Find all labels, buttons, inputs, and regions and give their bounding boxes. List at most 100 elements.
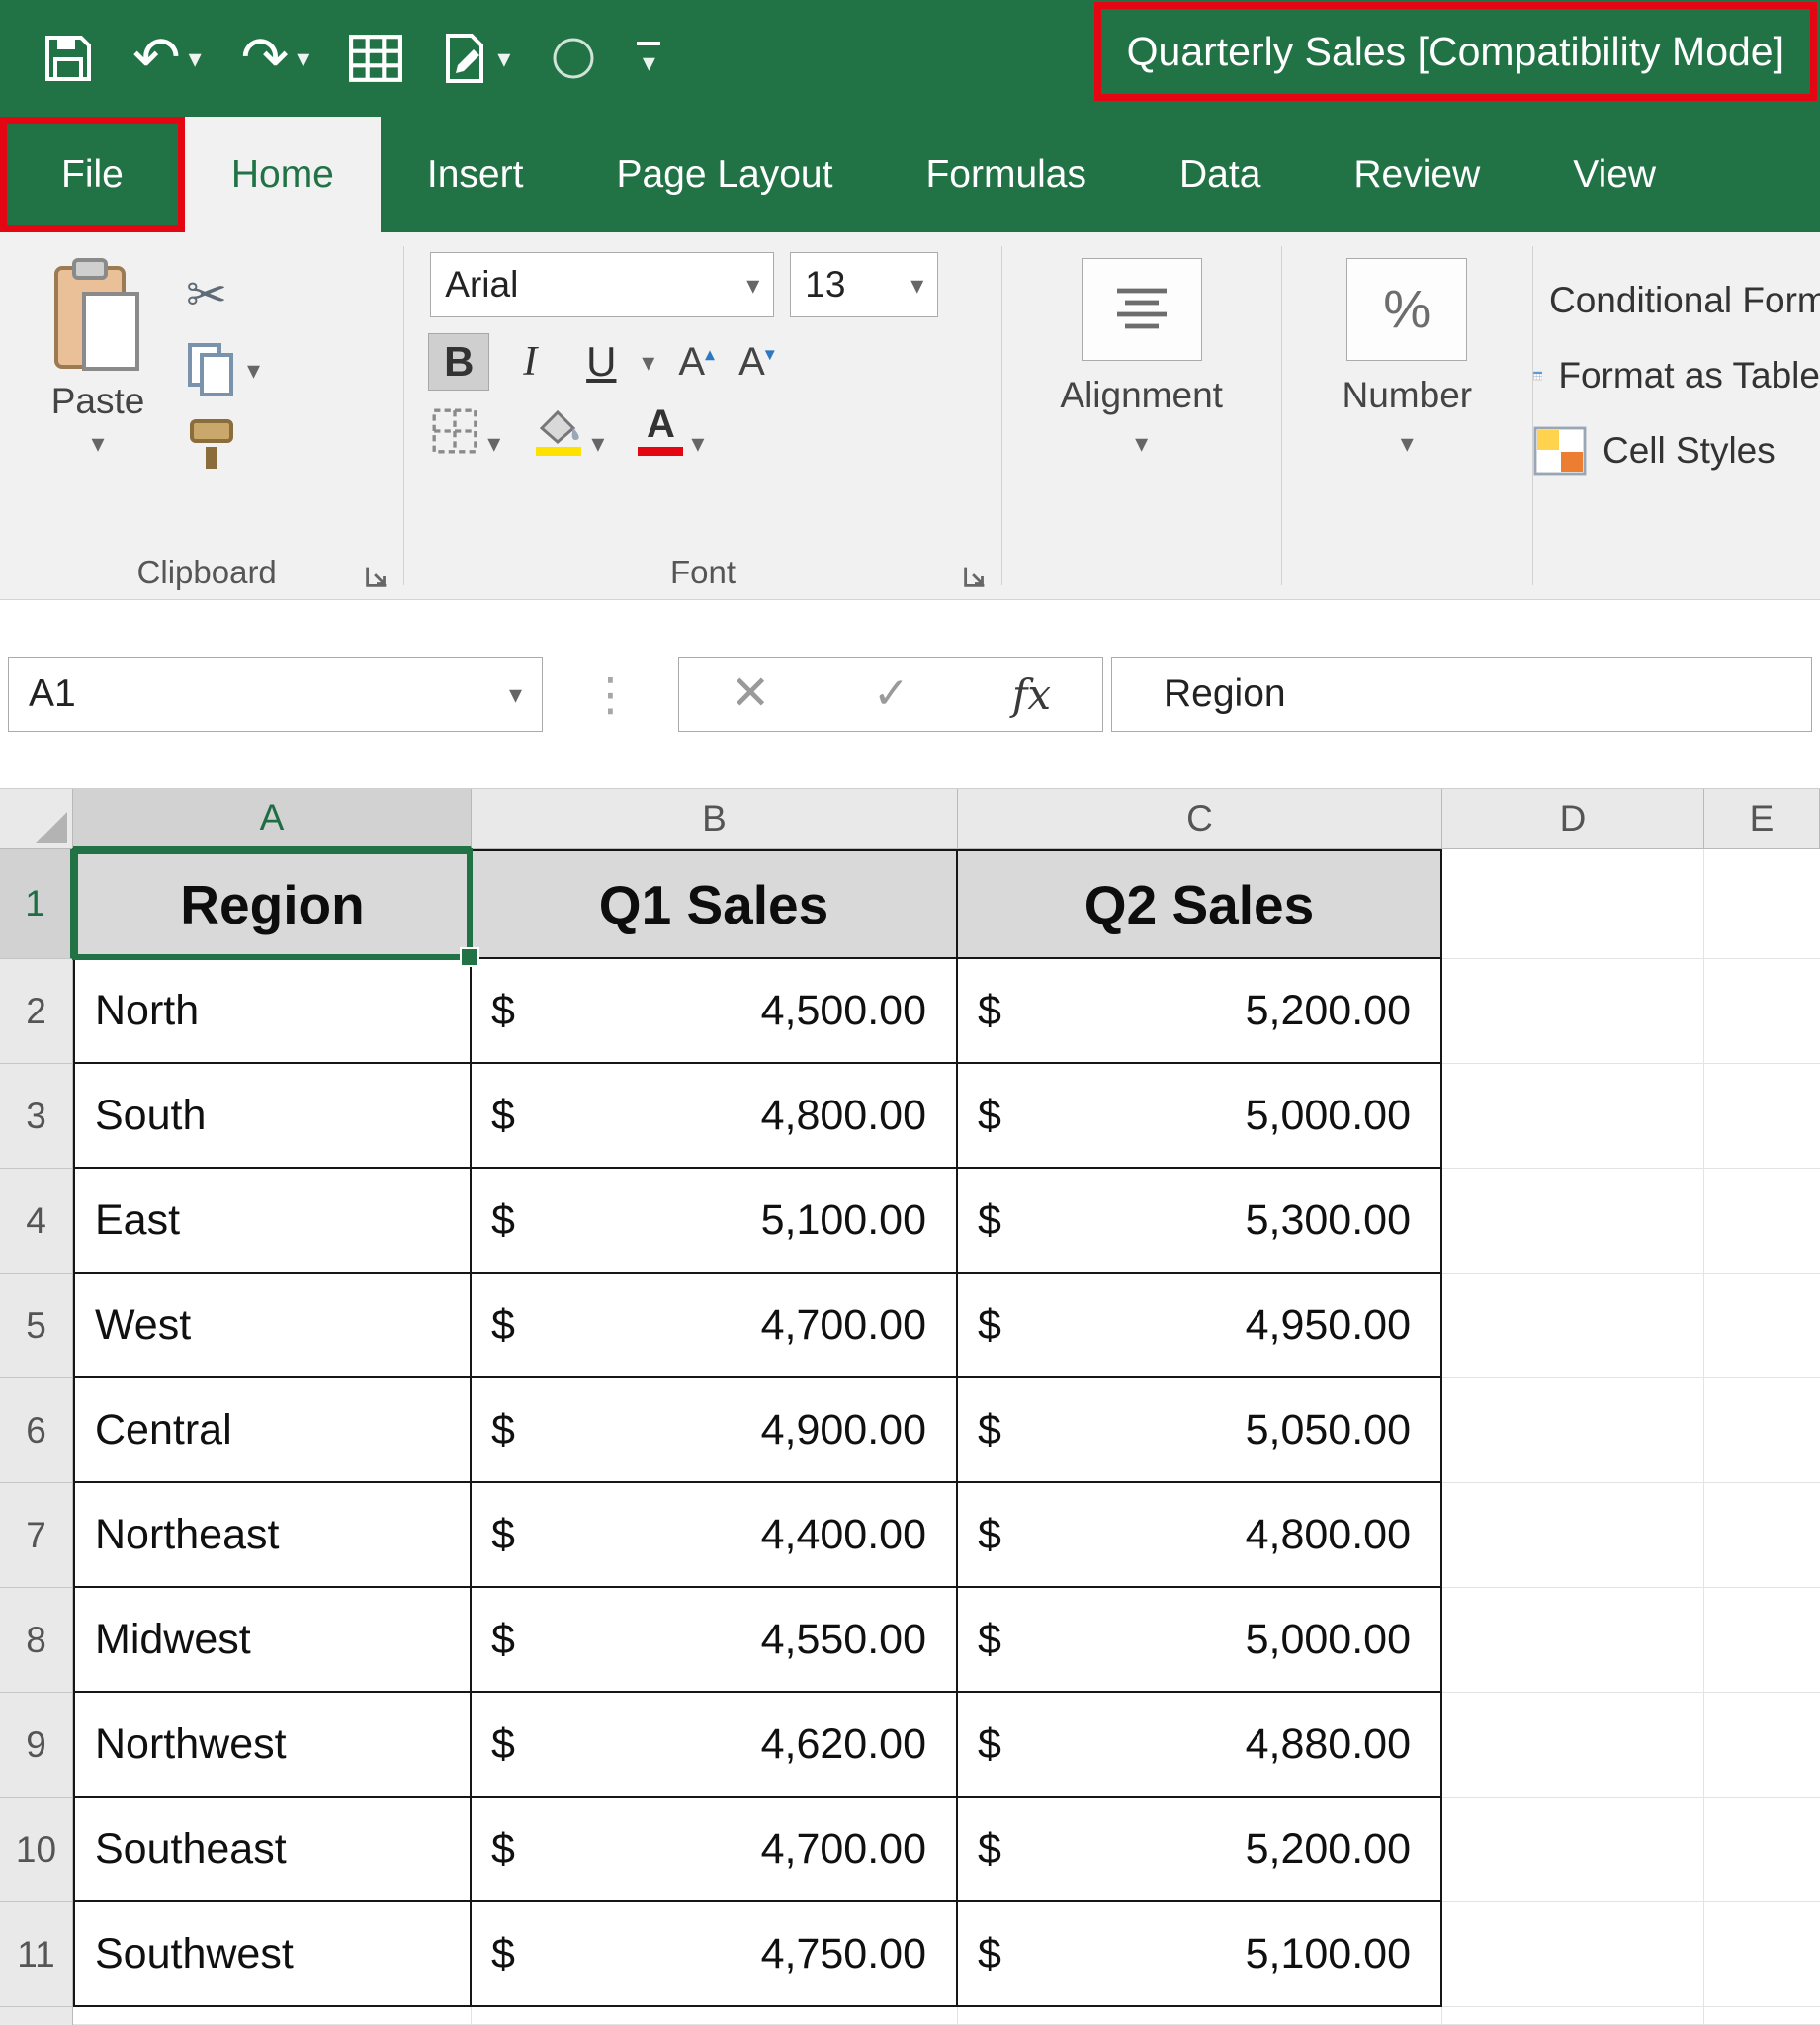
sheet-cell[interactable] [1442, 1798, 1704, 1902]
sheet-cell[interactable]: $4,400.00 [472, 1483, 958, 1588]
sheet-cell[interactable] [1442, 1588, 1704, 1693]
tab-data[interactable]: Data [1133, 117, 1307, 232]
paste-button[interactable]: Paste ▾ [10, 250, 186, 476]
borders-button[interactable]: ▾ [430, 406, 500, 456]
sheet-cell[interactable]: Northeast [73, 1483, 472, 1588]
column-header-c[interactable]: C [958, 789, 1442, 849]
sheet-cell[interactable] [1442, 959, 1704, 1064]
chevron-down-icon[interactable]: ▾ [746, 272, 759, 298]
alignment-button[interactable]: Alignment ▾ [1060, 232, 1223, 599]
enter-icon[interactable]: ✓ [873, 672, 910, 716]
copy-button[interactable]: ▾ [186, 339, 260, 400]
sheet-cell[interactable] [1704, 1064, 1820, 1169]
table-grid-button[interactable] [349, 35, 402, 82]
sheet-cell[interactable] [73, 2007, 472, 2025]
sheet-cell[interactable] [472, 2007, 958, 2025]
column-header-e[interactable]: E [1704, 789, 1820, 849]
font-name-select[interactable]: Arial ▾ [430, 252, 774, 317]
sheet-cell[interactable] [1704, 1588, 1820, 1693]
row-header[interactable]: 3 [0, 1064, 73, 1169]
sheet-cell[interactable]: $5,000.00 [958, 1588, 1442, 1693]
sheet-cell[interactable]: South [73, 1064, 472, 1169]
sheet-cell[interactable]: North [73, 959, 472, 1064]
row-header[interactable]: 4 [0, 1169, 73, 1274]
sheet-cell[interactable] [1442, 1169, 1704, 1274]
sheet-cell[interactable]: $4,880.00 [958, 1693, 1442, 1798]
row-header[interactable]: 2 [0, 959, 73, 1064]
tab-view[interactable]: View [1526, 117, 1702, 232]
row-header[interactable]: 6 [0, 1378, 73, 1483]
column-header-b[interactable]: B [472, 789, 958, 849]
row-header[interactable]: 10 [0, 1798, 73, 1902]
sheet-cell[interactable] [1704, 1169, 1820, 1274]
sheet-cell[interactable]: $5,050.00 [958, 1378, 1442, 1483]
sheet-cell[interactable]: $5,200.00 [958, 959, 1442, 1064]
tab-review[interactable]: Review [1307, 117, 1526, 232]
cancel-icon[interactable]: ✕ [731, 670, 770, 718]
selected-cell-a1[interactable]: Region [73, 849, 472, 959]
edit-page-button[interactable]: ▾ [442, 34, 510, 83]
undo-button[interactable]: ↶ ▾ [132, 30, 202, 87]
sheet-cell[interactable]: Central [73, 1378, 472, 1483]
italic-button[interactable]: I [499, 333, 561, 391]
chevron-down-icon[interactable]: ▾ [247, 357, 260, 383]
sheet-cell[interactable] [1442, 1902, 1704, 2007]
row-header[interactable]: 11 [0, 1902, 73, 2007]
sheet-cell[interactable] [1704, 1693, 1820, 1798]
sheet-cell[interactable]: Southeast [73, 1798, 472, 1902]
font-size-select[interactable]: 13 ▾ [790, 252, 938, 317]
sheet-cell[interactable] [1704, 1902, 1820, 2007]
sheet-cell[interactable] [1704, 2007, 1820, 2025]
row-header[interactable]: 5 [0, 1274, 73, 1378]
tab-formulas[interactable]: Formulas [879, 117, 1133, 232]
sheet-cell[interactable] [1442, 1274, 1704, 1378]
sheet-cell[interactable]: Northwest [73, 1693, 472, 1798]
formula-bar-grip[interactable]: ⋮ [543, 667, 678, 721]
sheet-cell[interactable] [958, 2007, 1442, 2025]
save-button[interactable] [43, 34, 93, 83]
chevron-down-icon[interactable]: ▾ [591, 430, 604, 456]
circle-button[interactable] [550, 35, 597, 82]
chevron-down-icon[interactable]: ▾ [91, 430, 104, 456]
sheet-cell[interactable]: $4,750.00 [472, 1902, 958, 2007]
sheet-cell[interactable]: $5,000.00 [958, 1064, 1442, 1169]
number-button[interactable]: % Number ▾ [1343, 232, 1473, 599]
row-header[interactable]: 9 [0, 1693, 73, 1798]
chevron-down-icon[interactable]: ▾ [1401, 430, 1414, 456]
clipboard-dialog-launcher[interactable] [362, 562, 391, 591]
grow-font-button[interactable]: A▴ [678, 340, 715, 385]
sheet-cell[interactable] [1704, 959, 1820, 1064]
sheet-cell[interactable] [1704, 1483, 1820, 1588]
sheet-cell[interactable] [1442, 2007, 1704, 2025]
sheet-cell[interactable]: Southwest [73, 1902, 472, 2007]
sheet-cell[interactable]: $4,700.00 [472, 1274, 958, 1378]
name-box[interactable]: A1 ▾ [8, 657, 543, 732]
sheet-cell[interactable]: $4,550.00 [472, 1588, 958, 1693]
sheet-cell[interactable]: $4,950.00 [958, 1274, 1442, 1378]
cell-styles-button[interactable]: Cell Styles [1533, 426, 1820, 476]
sheet-cell[interactable] [1704, 1274, 1820, 1378]
underline-button[interactable]: U [570, 333, 632, 391]
shrink-font-button[interactable]: A▾ [738, 340, 775, 385]
sheet-cell[interactable] [1704, 849, 1820, 959]
column-header-d[interactable]: D [1442, 789, 1704, 849]
sheet-cell[interactable]: $4,620.00 [472, 1693, 958, 1798]
sheet-cell[interactable] [1442, 1693, 1704, 1798]
chevron-down-icon[interactable]: ▾ [1135, 430, 1148, 456]
fill-color-button[interactable]: ▾ [534, 406, 604, 456]
sheet-cell[interactable]: $4,800.00 [958, 1483, 1442, 1588]
sheet-cell[interactable]: $4,700.00 [472, 1798, 958, 1902]
column-header-a[interactable]: A [73, 789, 472, 849]
format-painter-button[interactable] [186, 414, 260, 476]
redo-button[interactable]: ↷ ▾ [241, 30, 310, 87]
sheet-cell[interactable]: $4,900.00 [472, 1378, 958, 1483]
sheet-cell[interactable]: Q1 Sales [472, 849, 958, 959]
row-header[interactable] [0, 2007, 73, 2025]
sheet-cell[interactable]: East [73, 1169, 472, 1274]
sheet-cell[interactable]: $5,100.00 [958, 1902, 1442, 2007]
insert-function-icon[interactable]: fx [1012, 670, 1051, 719]
sheet-cell[interactable]: $5,300.00 [958, 1169, 1442, 1274]
font-dialog-launcher[interactable] [960, 562, 990, 591]
chevron-down-icon[interactable]: ▾ [189, 45, 202, 71]
bold-button[interactable]: B [428, 333, 489, 391]
